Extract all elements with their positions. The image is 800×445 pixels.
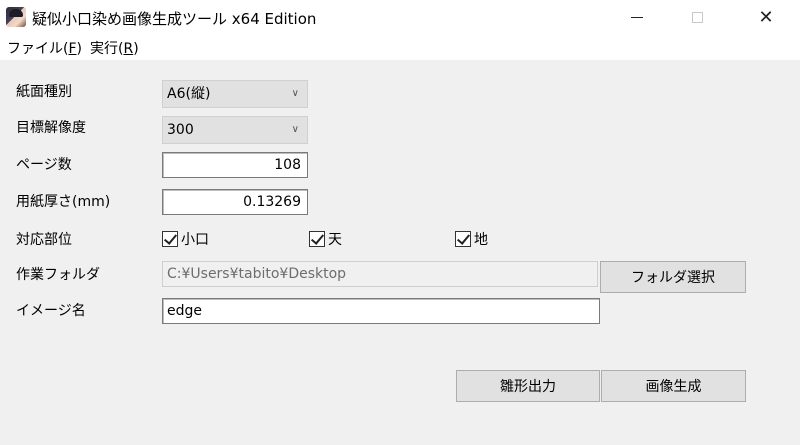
menu-run-label: 実行( [90, 41, 124, 57]
checkbox-ten[interactable]: 天 [309, 229, 342, 249]
menu-file[interactable]: ファイル(F) [7, 38, 82, 58]
minimize-icon [631, 16, 643, 18]
window-title: 疑似小口染め画像生成ツール x64 Edition [32, 10, 317, 28]
check-icon [455, 231, 471, 247]
select-folder-button[interactable]: フォルダ選択 [600, 261, 746, 293]
title-bar: 疑似小口染め画像生成ツール x64 Edition ✕ [0, 0, 800, 34]
maximize-icon [691, 11, 703, 23]
check-icon [309, 231, 325, 247]
paper-type-select[interactable]: A6(縦) ∨ [162, 80, 308, 108]
close-icon: ✕ [758, 6, 774, 28]
resolution-value: 300 [167, 122, 194, 138]
menu-file-mnemonic: F [68, 41, 77, 57]
menu-run-suffix: ) [133, 41, 139, 57]
menu-run-mnemonic: R [123, 41, 134, 57]
close-button[interactable]: ✕ [743, 0, 789, 34]
checkbox-ten-label: 天 [328, 232, 342, 248]
work-folder-field: C:¥Users¥tabito¥Desktop [162, 261, 598, 287]
app-icon [6, 7, 26, 27]
paper-type-label: 紙面種別 [16, 84, 72, 100]
maximize-button[interactable] [674, 0, 720, 34]
checkbox-koguchi-label: 小口 [181, 232, 209, 248]
minimize-button[interactable] [614, 0, 660, 34]
thickness-input[interactable]: 0.13269 [162, 189, 308, 215]
chevron-down-icon: ∨ [291, 124, 299, 135]
pages-label: ページ数 [16, 157, 72, 173]
menu-bar: ファイル(F) 実行(R) [0, 34, 800, 60]
chevron-down-icon: ∨ [291, 88, 299, 99]
checkbox-chi[interactable]: 地 [455, 229, 488, 249]
pages-input[interactable]: 108 [162, 152, 308, 178]
check-icon [162, 231, 178, 247]
menu-file-suffix: ) [76, 41, 82, 57]
resolution-select[interactable]: 300 ∨ [162, 116, 308, 144]
resolution-label: 目標解像度 [16, 120, 86, 136]
checkbox-chi-label: 地 [474, 232, 488, 248]
image-name-label: イメージ名 [16, 303, 86, 319]
checkbox-koguchi[interactable]: 小口 [162, 229, 209, 249]
paper-type-value: A6(縦) [167, 86, 211, 102]
thickness-label: 用紙厚さ(mm) [16, 194, 111, 210]
menu-run[interactable]: 実行(R) [90, 38, 139, 58]
image-name-input[interactable]: edge [162, 298, 600, 324]
generate-image-button[interactable]: 画像生成 [601, 370, 746, 402]
menu-file-label: ファイル( [7, 41, 69, 57]
mold-output-button[interactable]: 雛形出力 [456, 370, 600, 402]
work-folder-label: 作業フォルダ [16, 267, 100, 283]
target-label: 対応部位 [16, 232, 72, 248]
